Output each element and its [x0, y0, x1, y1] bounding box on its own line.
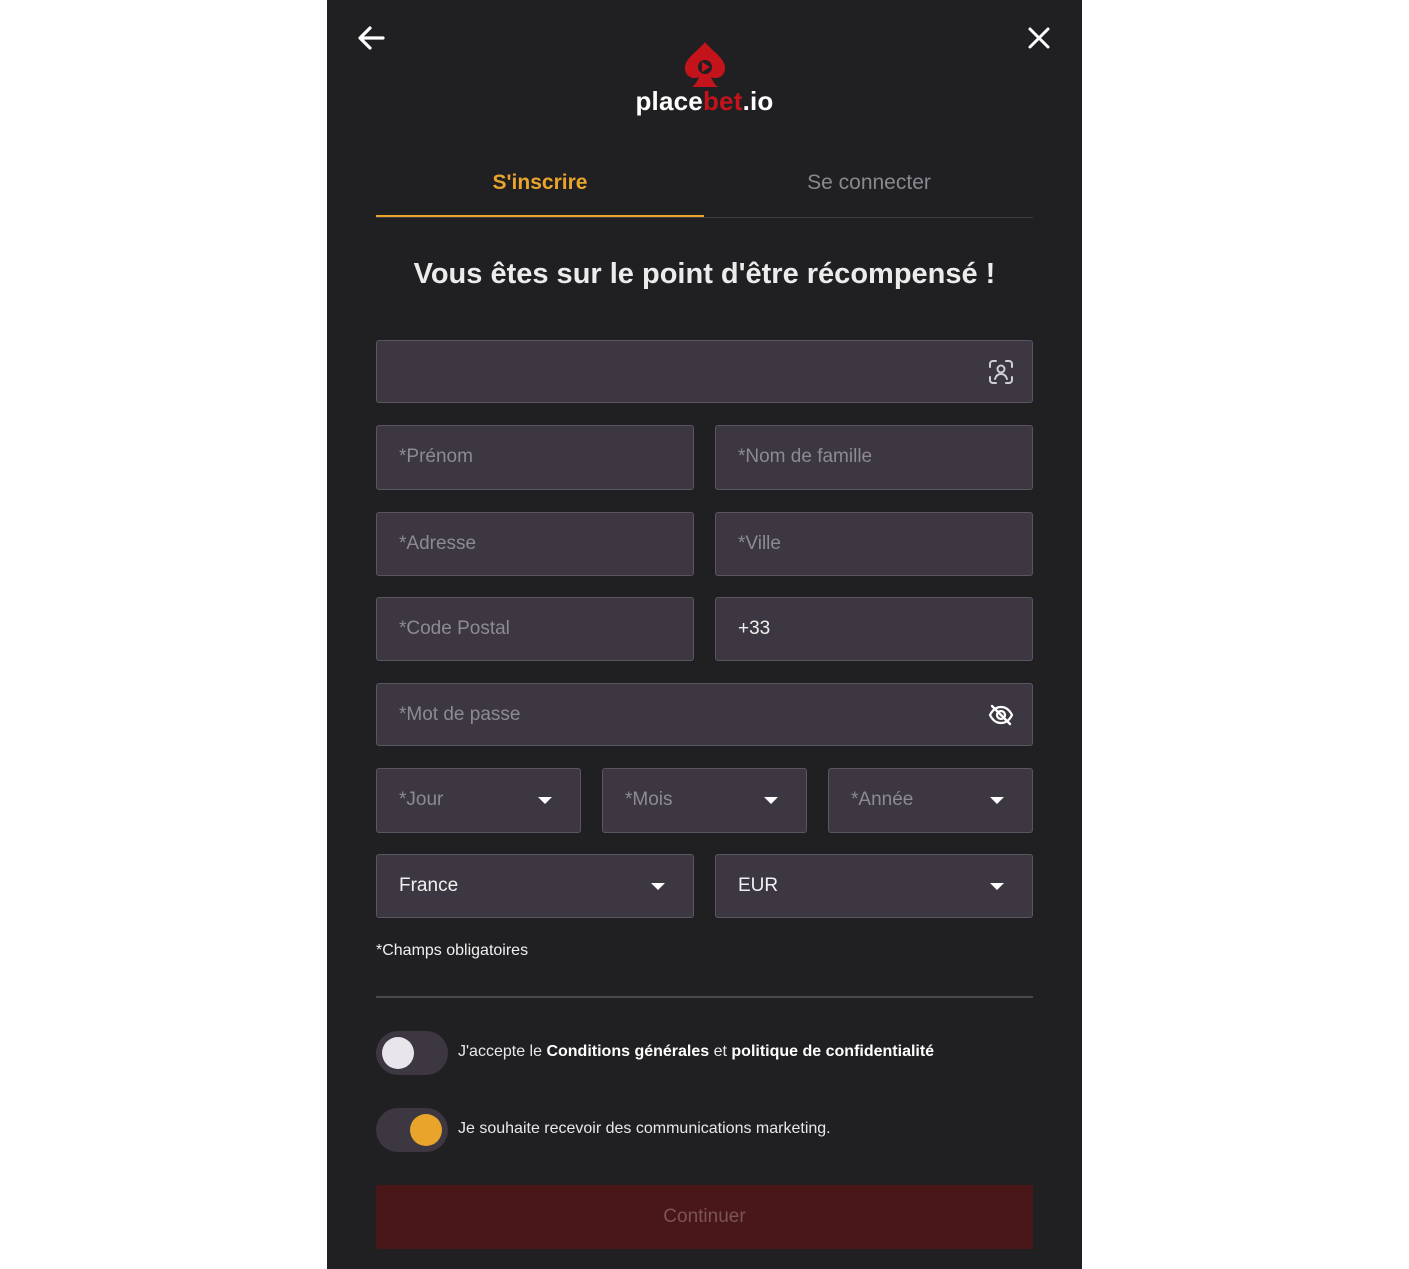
- address-field[interactable]: *Adresse: [376, 512, 694, 576]
- logo-wordmark: placebet.io: [635, 86, 774, 116]
- marketing-toggle[interactable]: [376, 1108, 448, 1152]
- tab-login[interactable]: Se connecter: [705, 156, 1033, 215]
- continue-button[interactable]: Continuer: [376, 1185, 1033, 1249]
- country-select[interactable]: France: [376, 854, 694, 918]
- phone-field[interactable]: +33: [715, 597, 1033, 661]
- user-scan-icon: [989, 360, 1013, 384]
- eye-off-icon[interactable]: [988, 702, 1014, 728]
- birth-day-placeholder: *Jour: [399, 789, 444, 810]
- currency-select[interactable]: EUR: [715, 854, 1033, 918]
- chevron-down-icon: [651, 883, 665, 890]
- divider: [376, 996, 1033, 998]
- required-fields-note: *Champs obligatoires: [376, 942, 529, 959]
- birth-month-placeholder: *Mois: [625, 789, 673, 810]
- last-name-field[interactable]: *Nom de famille: [715, 425, 1033, 490]
- chevron-down-icon: [990, 797, 1004, 804]
- chevron-down-icon: [990, 883, 1004, 890]
- privacy-link[interactable]: politique de confidentialité: [731, 1043, 934, 1060]
- birth-day-select[interactable]: *Jour: [376, 768, 581, 833]
- address-placeholder: *Adresse: [399, 533, 477, 554]
- username-field[interactable]: [376, 340, 1033, 403]
- postal-code-placeholder: *Code Postal: [399, 618, 510, 639]
- postal-code-field[interactable]: *Code Postal: [376, 597, 694, 661]
- city-field[interactable]: *Ville: [715, 512, 1033, 576]
- password-placeholder: *Mot de passe: [399, 704, 521, 725]
- auth-tabs: S'inscrire Se connecter: [376, 156, 1033, 218]
- birth-year-select[interactable]: *Année: [828, 768, 1033, 833]
- birth-year-placeholder: *Année: [851, 789, 914, 810]
- currency-value: EUR: [738, 875, 779, 896]
- birth-month-select[interactable]: *Mois: [602, 768, 807, 833]
- terms-label: J'accepte le Conditions générales et pol…: [458, 1043, 935, 1060]
- phone-prefix: +33: [738, 618, 771, 639]
- conditions-link[interactable]: Conditions générales: [546, 1043, 709, 1060]
- country-value: France: [399, 875, 459, 896]
- chevron-down-icon: [764, 797, 778, 804]
- first-name-placeholder: *Prénom: [399, 446, 473, 467]
- terms-toggle[interactable]: [376, 1031, 448, 1075]
- city-placeholder: *Ville: [738, 533, 781, 554]
- spade-logo-icon: [685, 42, 725, 87]
- registration-modal: placebet.io S'inscrire Se connecter Vous…: [327, 0, 1082, 1269]
- password-field[interactable]: *Mot de passe: [376, 683, 1033, 746]
- first-name-field[interactable]: *Prénom: [376, 425, 694, 490]
- last-name-placeholder: *Nom de famille: [738, 446, 873, 467]
- marketing-label: Je souhaite recevoir des communications …: [458, 1120, 831, 1137]
- chevron-down-icon: [538, 797, 552, 804]
- toggle-knob: [382, 1037, 414, 1069]
- toggle-knob: [410, 1114, 442, 1146]
- tab-register[interactable]: S'inscrire: [376, 156, 704, 217]
- page-title: Vous êtes sur le point d'être récompensé…: [413, 258, 996, 290]
